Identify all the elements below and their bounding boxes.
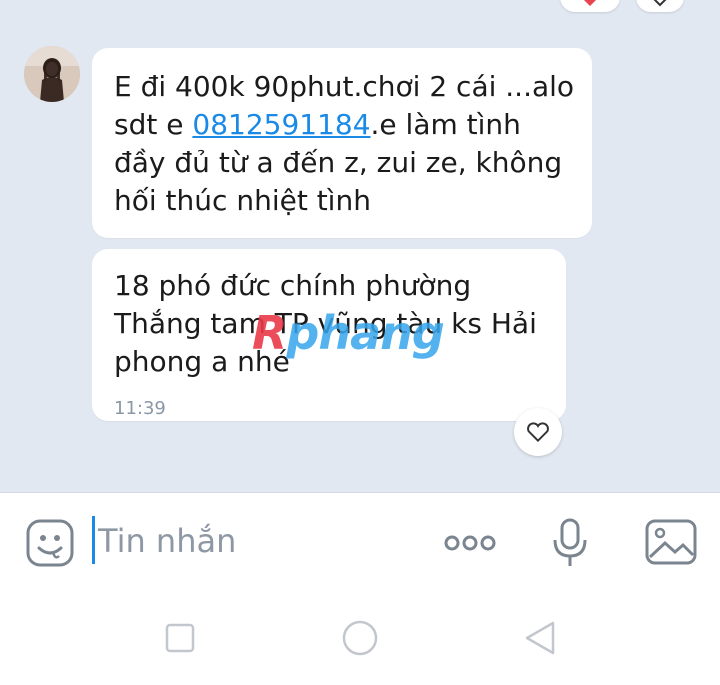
message-line: hối thúc nhiệt tình <box>114 184 371 217</box>
reaction-badge[interactable] <box>560 0 620 12</box>
heart-outline-icon <box>527 422 549 443</box>
recent-apps-button[interactable] <box>162 620 198 656</box>
message-bubble[interactable]: E đi 400k 90phut.chơi 2 cái ...alo sdt e… <box>92 48 592 238</box>
back-triangle-icon <box>525 621 555 655</box>
message-text: .e làm tình <box>370 108 521 141</box>
message-input[interactable]: Tin nhắn <box>98 522 236 560</box>
square-icon <box>165 623 195 653</box>
message-text: sdt e <box>114 108 193 141</box>
message-line: E đi 400k 90phut.chơi 2 cái ...alo <box>114 70 575 103</box>
text-caret <box>92 516 95 564</box>
reaction-button[interactable] <box>636 0 684 12</box>
circle-icon <box>342 620 378 656</box>
more-icon[interactable] <box>440 523 500 563</box>
message-line: đầy đủ từ a đến z, zui ze, không <box>114 146 563 179</box>
watermark: Rphang <box>252 306 445 360</box>
message-line: 18 phó đức chính phường <box>114 269 472 302</box>
back-button[interactable] <box>520 618 560 658</box>
react-heart-button[interactable] <box>514 408 562 456</box>
emoji-icon[interactable] <box>24 517 76 569</box>
system-nav-bar <box>0 594 720 685</box>
message-line: sdt e 0812591184.e làm tình <box>114 106 580 144</box>
avatar[interactable] <box>24 46 80 102</box>
chat-area[interactable]: E đi 400k 90phut.chơi 2 cái ...alo sdt e… <box>0 0 720 492</box>
mic-icon[interactable] <box>548 515 592 571</box>
watermark-rest: phang <box>286 306 444 360</box>
watermark-first: R <box>252 306 287 360</box>
message-time: 11:39 <box>114 398 166 419</box>
heart-outline-icon <box>653 0 667 7</box>
image-icon[interactable] <box>644 517 698 567</box>
heart-filled-icon <box>584 0 596 6</box>
phone-link[interactable]: 0812591184 <box>192 108 370 141</box>
home-button[interactable] <box>340 618 380 658</box>
